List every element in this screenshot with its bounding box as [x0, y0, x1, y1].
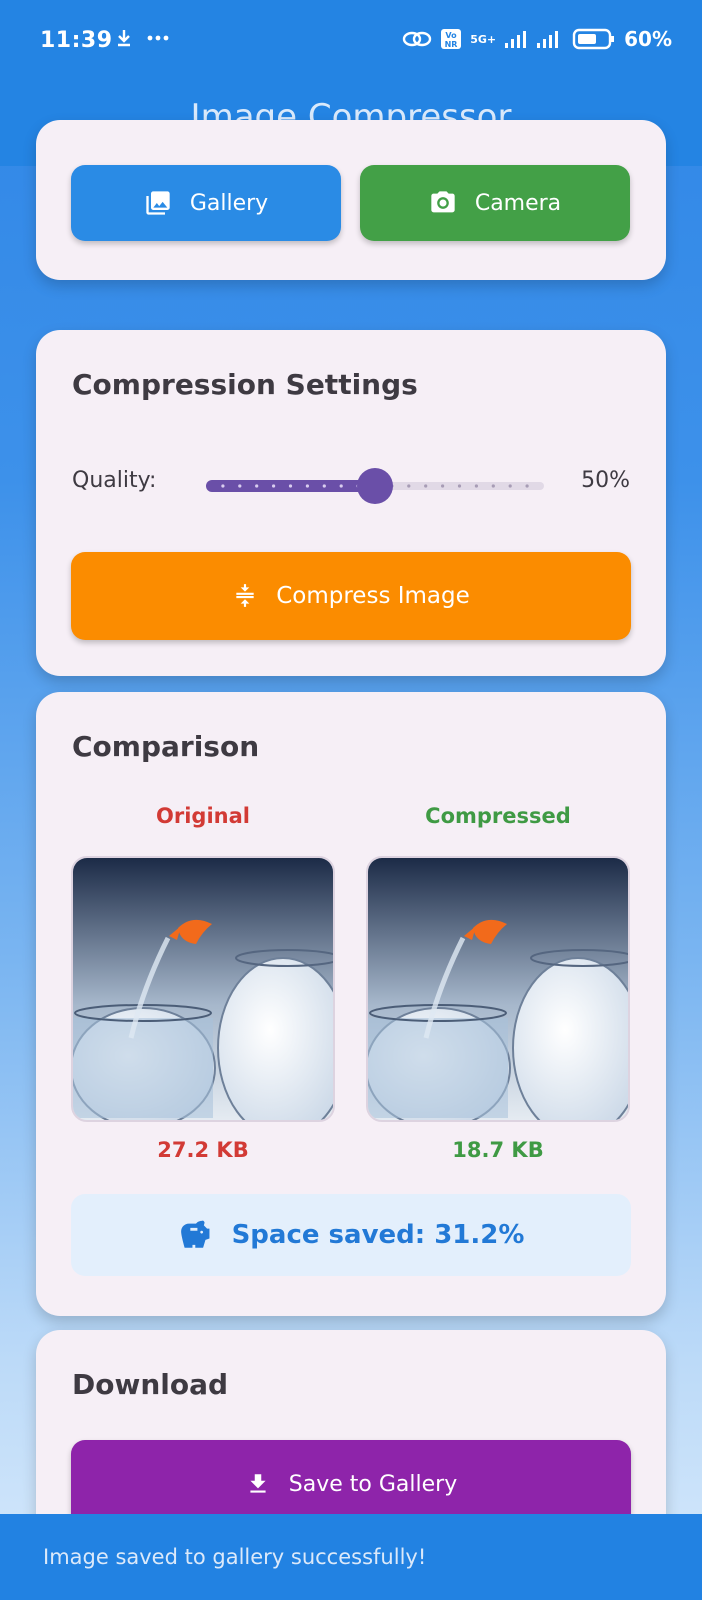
network-type: 5G+: [470, 32, 497, 46]
slider-tick: [424, 484, 428, 488]
comparison-title: Comparison: [72, 730, 260, 763]
signal-2-icon: [537, 31, 559, 48]
original-image: [71, 856, 335, 1122]
link-icon: [403, 31, 432, 47]
slider-tick: [238, 484, 242, 488]
space-saved-text: Space saved: 31.2%: [231, 1220, 525, 1250]
slider-tick: [441, 484, 445, 488]
compress-icon: [236, 584, 254, 607]
original-label: Original: [156, 804, 250, 828]
quality-label: Quality:: [72, 468, 157, 493]
status-right: Vo NR 5G+ 60%: [402, 27, 672, 51]
slider-tick: [457, 484, 462, 488]
image-source-card: Gallery Camera: [36, 120, 666, 280]
snackbar: Image saved to gallery successfully!: [0, 1514, 702, 1600]
compress-image-button[interactable]: Compress Image: [71, 552, 631, 640]
slider-tick: [407, 484, 411, 488]
gallery-icon: [146, 191, 170, 215]
compression-settings-card: Compression Settings Quality: 50% Compre…: [36, 330, 666, 676]
download-notification-icon: [118, 30, 130, 47]
more-notifications-icon: [147, 35, 169, 41]
slider-tick: [288, 484, 293, 488]
piggy-bank-icon: [180, 1220, 210, 1248]
compressed-label: Compressed: [425, 804, 571, 828]
battery-icon: [572, 28, 615, 50]
slider-tick: [305, 484, 309, 488]
quality-slider[interactable]: [206, 468, 544, 504]
volte-icon: VoNR: [441, 29, 462, 49]
compress-image-label: Compress Image: [276, 583, 470, 609]
download-title: Download: [72, 1368, 229, 1401]
slider-tick: [255, 484, 259, 488]
slider-tick: [525, 484, 529, 488]
slider-tick: [322, 484, 326, 488]
original-size: 27.2 KB: [157, 1138, 249, 1162]
battery-level: 60%: [624, 27, 672, 51]
download-icon: [250, 1474, 266, 1493]
snackbar-message: Image saved to gallery successfully!: [43, 1545, 427, 1569]
slider-tick: [508, 484, 512, 488]
status-time: 11:39: [40, 28, 113, 53]
compressed-image: [366, 856, 630, 1122]
comparison-card: Comparison Original Compressed 27.2 KB 1…: [36, 692, 666, 1316]
save-to-gallery-label: Save to Gallery: [288, 1471, 458, 1497]
camera-button-label: Camera: [474, 190, 562, 216]
slider-tick: [272, 484, 276, 488]
camera-button[interactable]: Camera: [360, 165, 630, 241]
signal-icon: [505, 31, 527, 48]
gallery-button-label: Gallery: [189, 190, 269, 216]
compressed-size: 18.7 KB: [452, 1138, 544, 1162]
slider-thumb[interactable]: [357, 468, 393, 504]
svg-text:Vo: Vo: [446, 31, 458, 40]
slider-tick: [339, 484, 343, 488]
svg-text:NR: NR: [445, 40, 458, 49]
status-notifications: [114, 28, 170, 48]
slider-tick: [491, 484, 495, 488]
compression-settings-title: Compression Settings: [72, 368, 418, 401]
quality-value: 50%: [581, 468, 630, 493]
camera-icon: [431, 191, 455, 213]
status-bar: 11:39 Vo NR 5G+ 60%: [0, 0, 702, 86]
space-saved-banner: Space saved: 31.2%: [71, 1194, 631, 1276]
slider-tick: [221, 484, 225, 488]
gallery-button[interactable]: Gallery: [71, 165, 341, 241]
slider-tick: [474, 484, 478, 488]
